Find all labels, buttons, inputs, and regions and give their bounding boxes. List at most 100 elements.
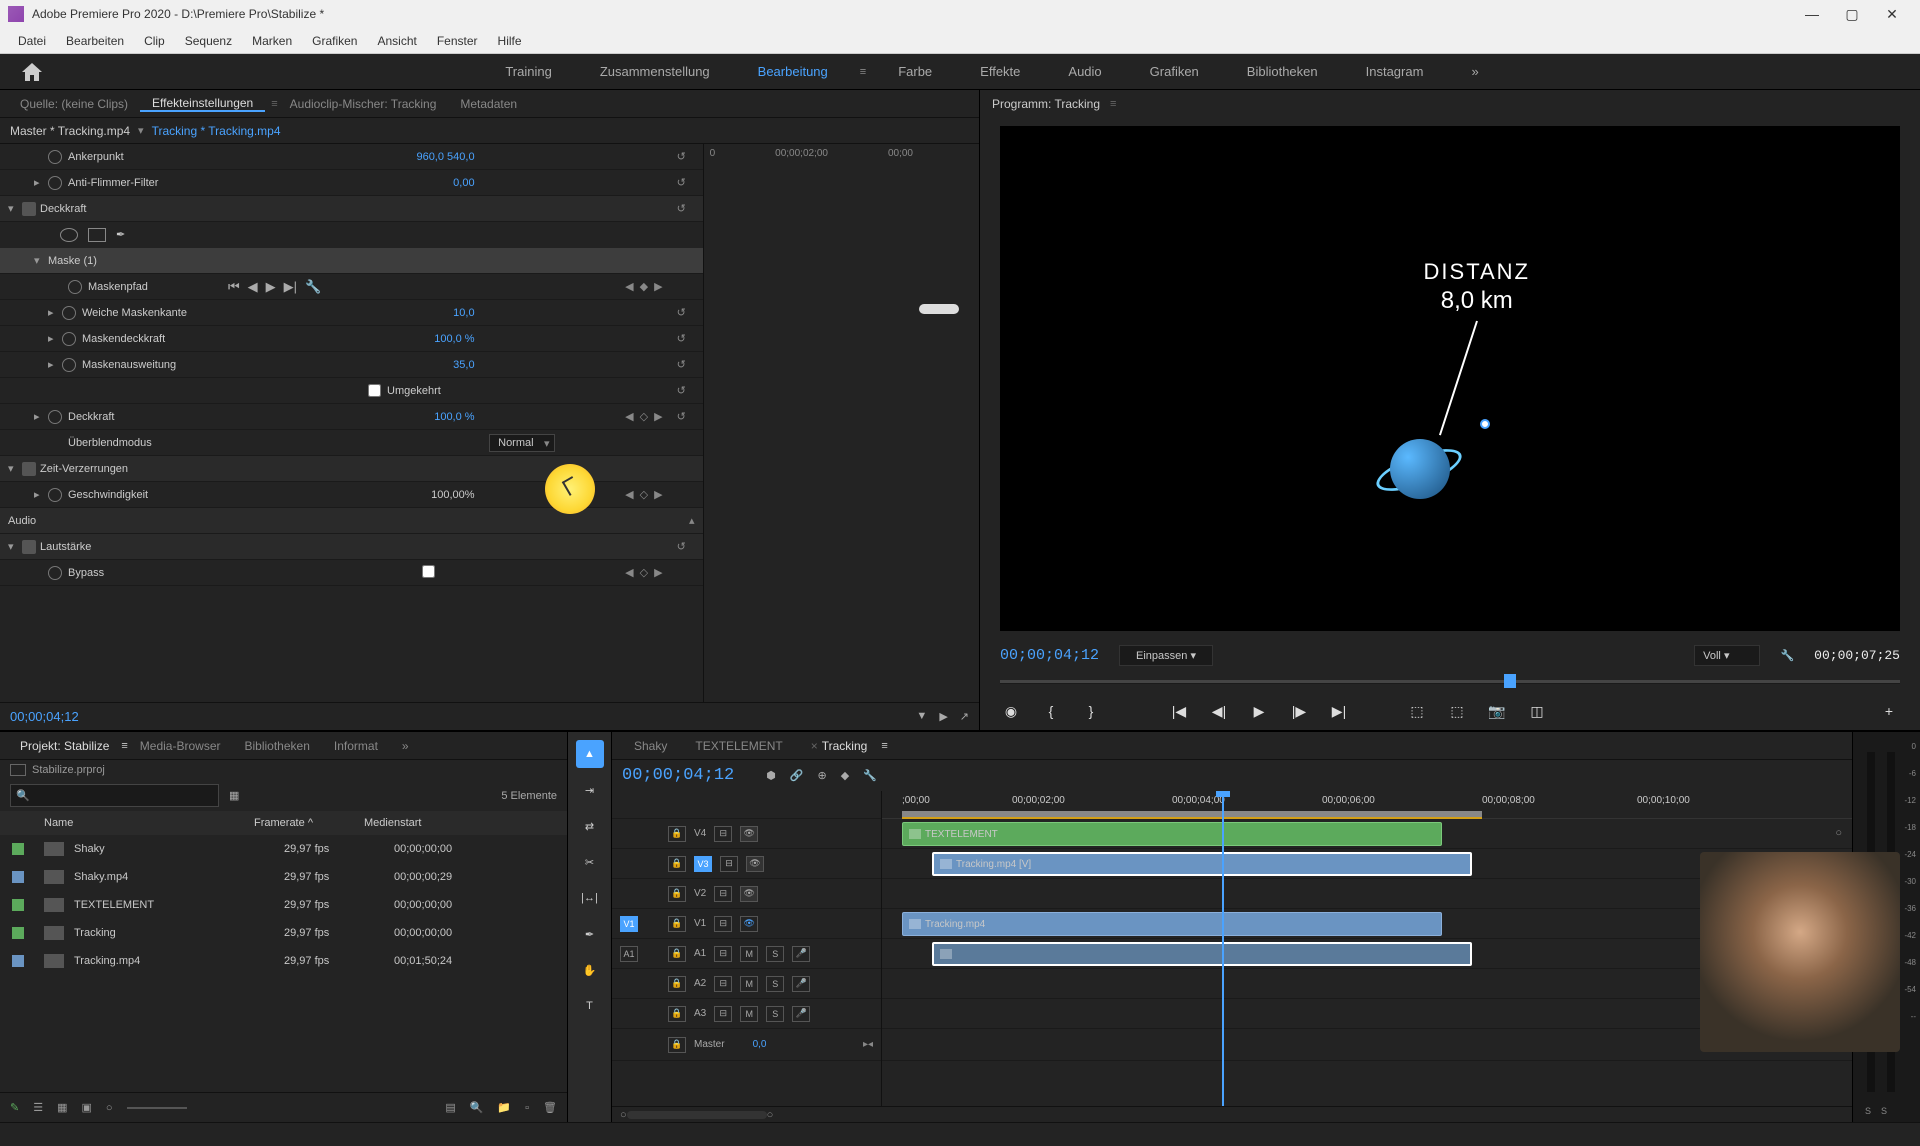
stopwatch-icon[interactable] bbox=[48, 410, 62, 424]
expand-icon[interactable]: ▸◂ bbox=[863, 1039, 873, 1050]
clip-tracking[interactable]: Tracking.mp4 bbox=[902, 912, 1442, 936]
resolution-dropdown[interactable]: Voll ▾ bbox=[1694, 645, 1760, 666]
razor-tool-icon[interactable]: ✂ bbox=[576, 848, 604, 876]
track-sync-icon[interactable]: ⊟ bbox=[714, 916, 732, 932]
stopwatch-icon[interactable] bbox=[48, 176, 62, 190]
selection-tool-icon[interactable]: ▲ bbox=[576, 740, 604, 768]
source-v1[interactable]: V1 bbox=[620, 916, 638, 932]
project-item[interactable]: Shaky.mp4 29,97 fps 00;00;00;29 bbox=[0, 863, 567, 891]
stopwatch-icon[interactable] bbox=[48, 566, 62, 580]
workspace-bearbeitung[interactable]: Bearbeitung bbox=[734, 64, 852, 79]
track-lock-icon[interactable]: 🔒 bbox=[668, 856, 686, 872]
type-tool-icon[interactable]: T bbox=[576, 992, 604, 1020]
project-item[interactable]: Tracking.mp4 29,97 fps 00;01;50;24 bbox=[0, 947, 567, 975]
timeline-tab-textelement[interactable]: TEXTELEMENT bbox=[681, 739, 796, 753]
menu-datei[interactable]: Datei bbox=[8, 34, 56, 48]
timeline-menu-icon[interactable]: ≡ bbox=[881, 740, 887, 752]
program-menu-icon[interactable]: ≡ bbox=[1110, 98, 1116, 110]
workspace-farbe[interactable]: Farbe bbox=[874, 64, 956, 79]
freeform-view-icon[interactable]: ▣ bbox=[82, 1101, 92, 1114]
track-visibility-icon[interactable]: 👁 bbox=[740, 916, 758, 932]
breadcrumb-sequence[interactable]: Tracking * Tracking.mp4 bbox=[152, 124, 281, 138]
track-sync-icon[interactable]: ⊟ bbox=[714, 976, 732, 992]
track-sync-icon[interactable]: ⊟ bbox=[714, 826, 732, 842]
source-a1[interactable]: A1 bbox=[620, 946, 638, 962]
kf-next-icon[interactable]: ▶ bbox=[654, 488, 662, 501]
wrench-icon[interactable]: 🔧 bbox=[1780, 649, 1794, 662]
solo-button[interactable]: S bbox=[766, 946, 784, 962]
workspace-audio[interactable]: Audio bbox=[1044, 64, 1125, 79]
fx-icon[interactable] bbox=[22, 462, 36, 476]
bin-icon[interactable]: ▦ bbox=[229, 789, 239, 802]
reset-icon[interactable]: ↺ bbox=[677, 306, 695, 319]
value-antiflimmer[interactable]: 0,00 bbox=[453, 177, 474, 189]
caret-icon[interactable]: ▾ bbox=[8, 540, 22, 553]
track-lock-icon[interactable]: 🔒 bbox=[668, 976, 686, 992]
workspace-bibliotheken[interactable]: Bibliotheken bbox=[1223, 64, 1342, 79]
value-maskenkante[interactable]: 10,0 bbox=[453, 307, 474, 319]
col-medienstart[interactable]: Medienstart bbox=[364, 817, 555, 829]
col-framerate[interactable]: Framerate ^ bbox=[254, 817, 364, 829]
workspace-effekte[interactable]: Effekte bbox=[956, 64, 1044, 79]
mute-button[interactable]: M bbox=[740, 976, 758, 992]
track-select-tool-icon[interactable]: ⇥ bbox=[576, 776, 604, 804]
new-item-icon[interactable]: ✎ bbox=[10, 1101, 19, 1114]
scroll-handle-right[interactable]: ○ bbox=[767, 1109, 774, 1121]
marker-icon[interactable]: ◉ bbox=[1000, 700, 1022, 722]
tab-overflow-icon[interactable]: » bbox=[390, 739, 421, 753]
tab-informat[interactable]: Informat bbox=[322, 739, 390, 753]
workspace-grafiken[interactable]: Grafiken bbox=[1126, 64, 1223, 79]
stopwatch-icon[interactable] bbox=[48, 150, 62, 164]
kf-prev-icon[interactable]: ◀ bbox=[625, 410, 633, 423]
kf-add-icon[interactable]: ◇ bbox=[640, 410, 648, 423]
caret-icon[interactable]: ▸ bbox=[48, 306, 62, 319]
reset-icon[interactable]: ↺ bbox=[677, 202, 695, 215]
insert-icon[interactable]: ⊕ bbox=[818, 769, 827, 782]
effect-timecode[interactable]: 00;00;04;12 bbox=[10, 709, 79, 724]
mute-button[interactable]: M bbox=[740, 1006, 758, 1022]
clip-icon[interactable]: ▶ bbox=[939, 710, 947, 723]
slip-tool-icon[interactable]: |↔| bbox=[576, 884, 604, 912]
tab-quelle[interactable]: Quelle: (keine Clips) bbox=[8, 97, 140, 111]
step-back-icon[interactable]: ◀| bbox=[1208, 700, 1230, 722]
mic-icon[interactable]: 🎤 bbox=[792, 946, 810, 962]
automate-icon[interactable]: ▤ bbox=[445, 1101, 455, 1114]
track-lock-icon[interactable]: 🔒 bbox=[668, 886, 686, 902]
menu-fenster[interactable]: Fenster bbox=[427, 34, 488, 48]
horizontal-scrollbar[interactable] bbox=[627, 1111, 767, 1119]
value-maskenausw[interactable]: 35,0 bbox=[453, 359, 474, 371]
solo-indicator[interactable]: S bbox=[1865, 1106, 1871, 1116]
trash-icon[interactable]: 🗑 bbox=[543, 1101, 557, 1114]
workspace-menu-icon[interactable]: ≡ bbox=[860, 66, 866, 78]
track-play-icon[interactable]: ▶ bbox=[266, 279, 276, 295]
track-lock-icon[interactable]: 🔒 bbox=[668, 946, 686, 962]
stopwatch-icon[interactable] bbox=[48, 488, 62, 502]
track-sync-icon[interactable]: ⊟ bbox=[720, 856, 738, 872]
fx-icon[interactable] bbox=[22, 202, 36, 216]
program-monitor[interactable]: DISTANZ 8,0 km bbox=[1000, 126, 1900, 631]
effect-timeline[interactable]: 0 00;00;02;00 00;00 bbox=[703, 144, 979, 702]
value-geschw[interactable]: 100,00% bbox=[431, 489, 474, 501]
find-icon[interactable]: 🔍 bbox=[470, 1101, 484, 1114]
mask-pen-icon[interactable]: ✒ bbox=[116, 228, 134, 242]
compare-icon[interactable]: ◫ bbox=[1526, 700, 1548, 722]
tab-projekt[interactable]: Projekt: Stabilize bbox=[8, 739, 121, 753]
play-icon[interactable]: ▶ bbox=[1248, 700, 1270, 722]
filter-icon[interactable]: ▼ bbox=[916, 710, 927, 723]
track-visibility-icon[interactable]: 👁 bbox=[740, 886, 758, 902]
menu-grafiken[interactable]: Grafiken bbox=[302, 34, 367, 48]
step-fwd-icon[interactable]: |▶ bbox=[1288, 700, 1310, 722]
pen-tool-icon[interactable]: ✒ bbox=[576, 920, 604, 948]
project-item[interactable]: Shaky 29,97 fps 00;00;00;00 bbox=[0, 835, 567, 863]
snapshot-icon[interactable]: 📷 bbox=[1486, 700, 1508, 722]
col-name[interactable]: Name bbox=[44, 817, 254, 829]
track-visibility-icon[interactable]: 👁 bbox=[740, 826, 758, 842]
caret-icon[interactable]: ▾ bbox=[8, 202, 22, 215]
prop-maske[interactable]: Maske (1) bbox=[48, 255, 97, 267]
reset-icon[interactable]: ↺ bbox=[677, 540, 695, 553]
program-timecode[interactable]: 00;00;04;12 bbox=[1000, 647, 1099, 664]
caret-icon[interactable]: ▸ bbox=[48, 358, 62, 371]
track-options-icon[interactable]: ○ bbox=[1835, 827, 1842, 839]
menu-marken[interactable]: Marken bbox=[242, 34, 302, 48]
workspace-training[interactable]: Training bbox=[481, 64, 575, 79]
